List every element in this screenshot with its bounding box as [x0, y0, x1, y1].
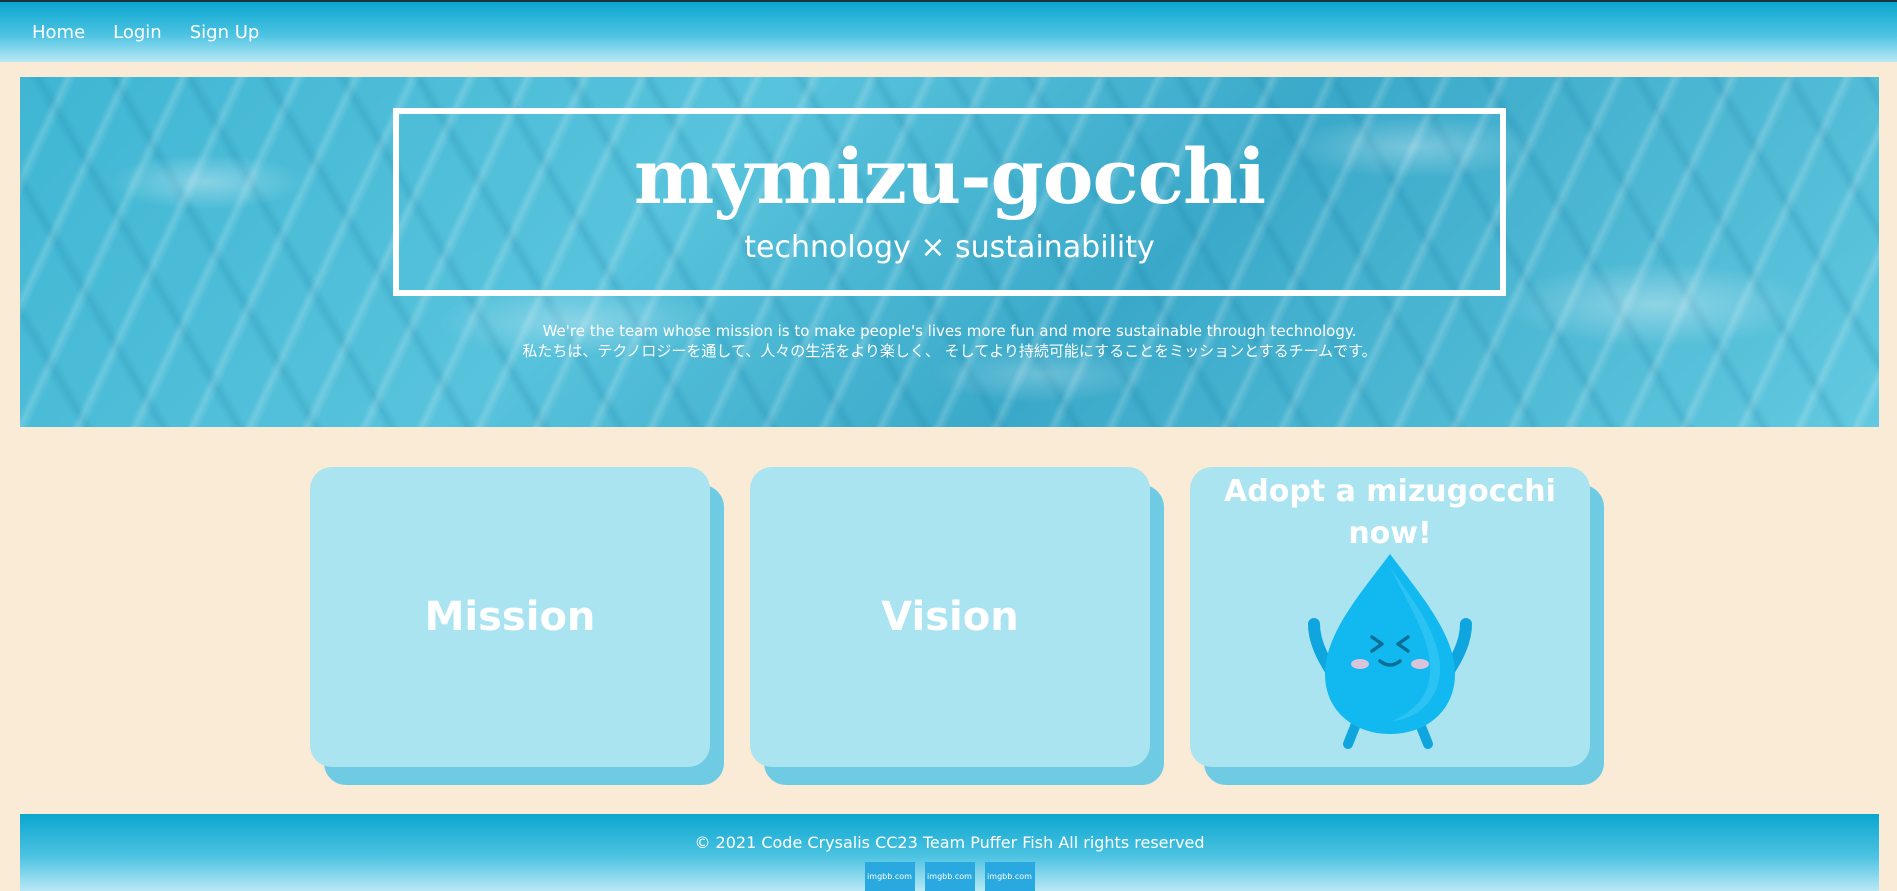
water-drop-mascot-icon [1308, 554, 1472, 749]
nav-login-link[interactable]: Login [113, 22, 162, 43]
copyright-text: © 2021 Code Crysalis CC23 Team Puffer Fi… [694, 833, 1205, 852]
hero-banner: mymizu-gocchi technology × sustainabilit… [20, 77, 1879, 427]
nav-home-link[interactable]: Home [32, 22, 85, 43]
intro-text: We're the team whose mission is to make … [20, 321, 1879, 361]
nav-signup-link[interactable]: Sign Up [190, 22, 260, 43]
imgbb-badge[interactable]: imgbb.com [864, 862, 915, 891]
intro-japanese: 私たちは、テクノロジーを通して、人々の生活をより楽しく、 そしてより持続可能にす… [522, 342, 1377, 360]
top-navbar: Home Login Sign Up [0, 0, 1897, 62]
mission-label: Mission [424, 594, 596, 640]
intro-english: We're the team whose mission is to make … [542, 322, 1357, 340]
vision-card[interactable]: Vision [750, 467, 1150, 767]
title-frame: mymizu-gocchi technology × sustainabilit… [393, 108, 1506, 296]
tagline: technology × sustainability [744, 230, 1155, 265]
mission-card-wrapper: Mission [310, 467, 724, 785]
mission-card[interactable]: Mission [310, 467, 710, 767]
imgbb-badge[interactable]: imgbb.com [924, 862, 975, 891]
adopt-card[interactable]: Adopt a mizugocchi now! [1190, 467, 1590, 767]
site-footer: © 2021 Code Crysalis CC23 Team Puffer Fi… [20, 814, 1879, 891]
adopt-title: Adopt a mizugocchi now! [1224, 474, 1556, 551]
vision-card-wrapper: Vision [750, 467, 1164, 785]
adopt-card-wrapper: Adopt a mizugocchi now! [1190, 467, 1604, 785]
vision-label: Vision [881, 594, 1019, 640]
imgbb-badge[interactable]: imgbb.com [984, 862, 1035, 891]
badge-row: imgbb.com imgbb.com imgbb.com [20, 862, 1879, 891]
site-title: mymizu-gocchi [633, 132, 1266, 221]
